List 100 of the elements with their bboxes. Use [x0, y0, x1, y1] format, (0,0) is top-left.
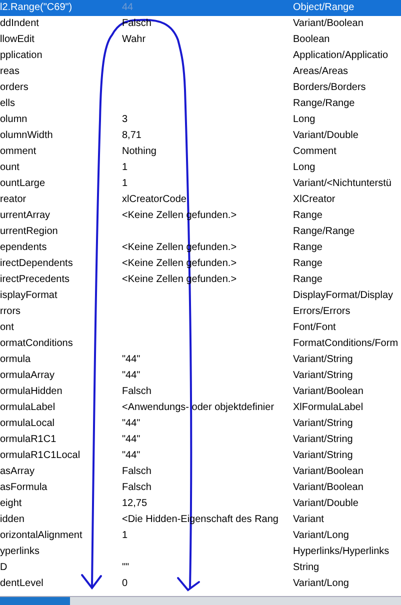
- property-type: Object/Range: [293, 1, 356, 15]
- property-type: Comment: [293, 145, 338, 159]
- property-type: String: [293, 561, 320, 575]
- property-value: Nothing: [122, 146, 156, 157]
- watch-row[interactable]: olumnWidth 8,71 Variant/Double: [0, 128, 401, 144]
- property-type: Variant/String: [293, 369, 354, 383]
- watch-row[interactable]: olumn 3 Long: [0, 112, 401, 128]
- watch-row[interactable]: reas Areas/Areas: [0, 64, 401, 80]
- property-type: Range: [293, 257, 324, 271]
- property-type: Variant: [293, 513, 325, 527]
- property-type: Variant/Long: [293, 529, 350, 543]
- watch-row[interactable]: ont Font/Font: [0, 320, 401, 336]
- property-type: Application/Applicatio: [293, 49, 390, 63]
- property-value: 44: [122, 2, 134, 13]
- property-type: Hyperlinks/Hyperlinks: [293, 545, 390, 559]
- watch-row[interactable]: dentLevel 0 Variant/Long: [0, 576, 401, 592]
- property-name: ells: [0, 97, 16, 111]
- property-type: Variant/Long: [293, 577, 350, 591]
- watch-row[interactable]: orizontalAlignment 1 Variant/Long: [0, 528, 401, 544]
- property-value: "44": [122, 370, 140, 381]
- property-type: FormatConditions/Form: [293, 337, 400, 351]
- property-type: Variant/Double: [293, 129, 360, 143]
- watch-row[interactable]: orders Borders/Borders: [0, 80, 401, 96]
- property-type: Errors/Errors: [293, 305, 352, 319]
- property-name: rrors: [0, 305, 22, 319]
- watch-row[interactable]: ount 1 Long: [0, 160, 401, 176]
- property-value: 12,75: [122, 498, 148, 509]
- property-type: Variant/Double: [293, 497, 360, 511]
- property-name: eight: [0, 497, 23, 511]
- property-value: "44": [122, 434, 140, 445]
- property-name: ountLarge: [0, 177, 46, 191]
- watch-row[interactable]: urrentRegion Range/Range: [0, 224, 401, 240]
- watch-row[interactable]: ormula "44" Variant/String: [0, 352, 401, 368]
- watch-row[interactable]: ormulaArray "44" Variant/String: [0, 368, 401, 384]
- property-name: omment: [0, 145, 38, 159]
- property-value: 0: [122, 578, 128, 589]
- property-type: Range: [293, 241, 324, 255]
- property-name: orizontalAlignment: [0, 529, 84, 543]
- property-type: XlCreator: [293, 193, 336, 207]
- property-name: ont: [0, 321, 15, 335]
- watch-row[interactable]: asArray Falsch Variant/Boolean: [0, 464, 401, 480]
- property-value: Falsch: [122, 386, 152, 397]
- watch-row[interactable]: ormulaHidden Falsch Variant/Boolean: [0, 384, 401, 400]
- watch-row[interactable]: rrors Errors/Errors: [0, 304, 401, 320]
- property-value: <Anwendungs- oder objektdefinier: [122, 402, 274, 413]
- watch-row[interactable]: reator xlCreatorCode XlCreator: [0, 192, 401, 208]
- property-type: Borders/Borders: [293, 81, 367, 95]
- property-type: Range: [293, 209, 324, 223]
- property-value: 3: [122, 114, 128, 125]
- watch-row[interactable]: D "" String: [0, 560, 401, 576]
- watch-row[interactable]: ormulaR1C1 "44" Variant/String: [0, 432, 401, 448]
- property-name: ount: [0, 161, 20, 175]
- watch-row[interactable]: yperlinks Hyperlinks/Hyperlinks: [0, 544, 401, 560]
- property-value: 8,71: [122, 130, 142, 141]
- watch-row[interactable]: ountLarge 1 Variant/<Nichtunterstü: [0, 176, 401, 192]
- property-name: l2.Range("C69"): [0, 1, 74, 15]
- property-value: xlCreatorCode: [122, 194, 186, 205]
- property-name: ependents: [0, 241, 48, 255]
- property-name: ormulaLabel: [0, 401, 56, 415]
- watch-row[interactable]: ells Range/Range: [0, 96, 401, 112]
- watch-row[interactable]: ormatConditions FormatConditions/Form: [0, 336, 401, 352]
- property-name: ormulaR1C1: [0, 433, 58, 447]
- watch-row[interactable]: l2.Range("C69") 44 Object/Range: [0, 0, 401, 16]
- property-name: llowEdit: [0, 33, 36, 47]
- property-name: yperlinks: [0, 545, 40, 559]
- property-type: XlFormulaLabel: [293, 401, 364, 415]
- watch-row[interactable]: omment Nothing Comment: [0, 144, 401, 160]
- watch-row[interactable]: ormulaLabel <Anwendungs- oder objektdefinier XlFormulaLabel: [0, 400, 401, 416]
- property-type: Range/Range: [293, 97, 356, 111]
- watch-row[interactable]: ddIndent Falsch Variant/Boolean: [0, 16, 401, 32]
- property-type: Variant/String: [293, 353, 354, 367]
- property-type: Variant/String: [293, 449, 354, 463]
- property-name: irectPrecedents: [0, 273, 70, 287]
- watch-row[interactable]: asFormula Falsch Variant/Boolean: [0, 480, 401, 496]
- property-value: 1: [122, 530, 128, 541]
- property-value: "44": [122, 450, 140, 461]
- watch-row[interactable]: llowEdit Wahr Boolean: [0, 32, 401, 48]
- property-name: ormatConditions: [0, 337, 74, 351]
- property-value: "": [122, 562, 130, 573]
- watch-row[interactable]: ormulaR1C1Local "44" Variant/String: [0, 448, 401, 464]
- property-type: Boolean: [293, 33, 331, 47]
- property-name: idden: [0, 513, 26, 527]
- watch-row[interactable]: ormulaLocal "44" Variant/String: [0, 416, 401, 432]
- taskbar-start[interactable]: [0, 597, 70, 605]
- property-value: "44": [122, 354, 140, 365]
- property-name: D: [0, 561, 8, 575]
- watch-row[interactable]: eight 12,75 Variant/Double: [0, 496, 401, 512]
- property-value: Falsch: [122, 466, 152, 477]
- property-name: asArray: [0, 465, 36, 479]
- property-type: Variant/<Nichtunterstü: [293, 177, 392, 191]
- property-name: asFormula: [0, 481, 48, 495]
- property-name: olumnWidth: [0, 129, 54, 143]
- property-name: dentLevel: [0, 577, 44, 591]
- watch-row[interactable]: pplication Application/Applicatio: [0, 48, 401, 64]
- property-type: DisplayFormat/Display: [293, 289, 394, 303]
- property-type: Variant/Boolean: [293, 17, 364, 31]
- property-name: olumn: [0, 113, 28, 127]
- property-name: reas: [0, 65, 20, 79]
- watch-row[interactable]: isplayFormat DisplayFormat/Display: [0, 288, 401, 304]
- property-value: 1: [122, 178, 128, 189]
